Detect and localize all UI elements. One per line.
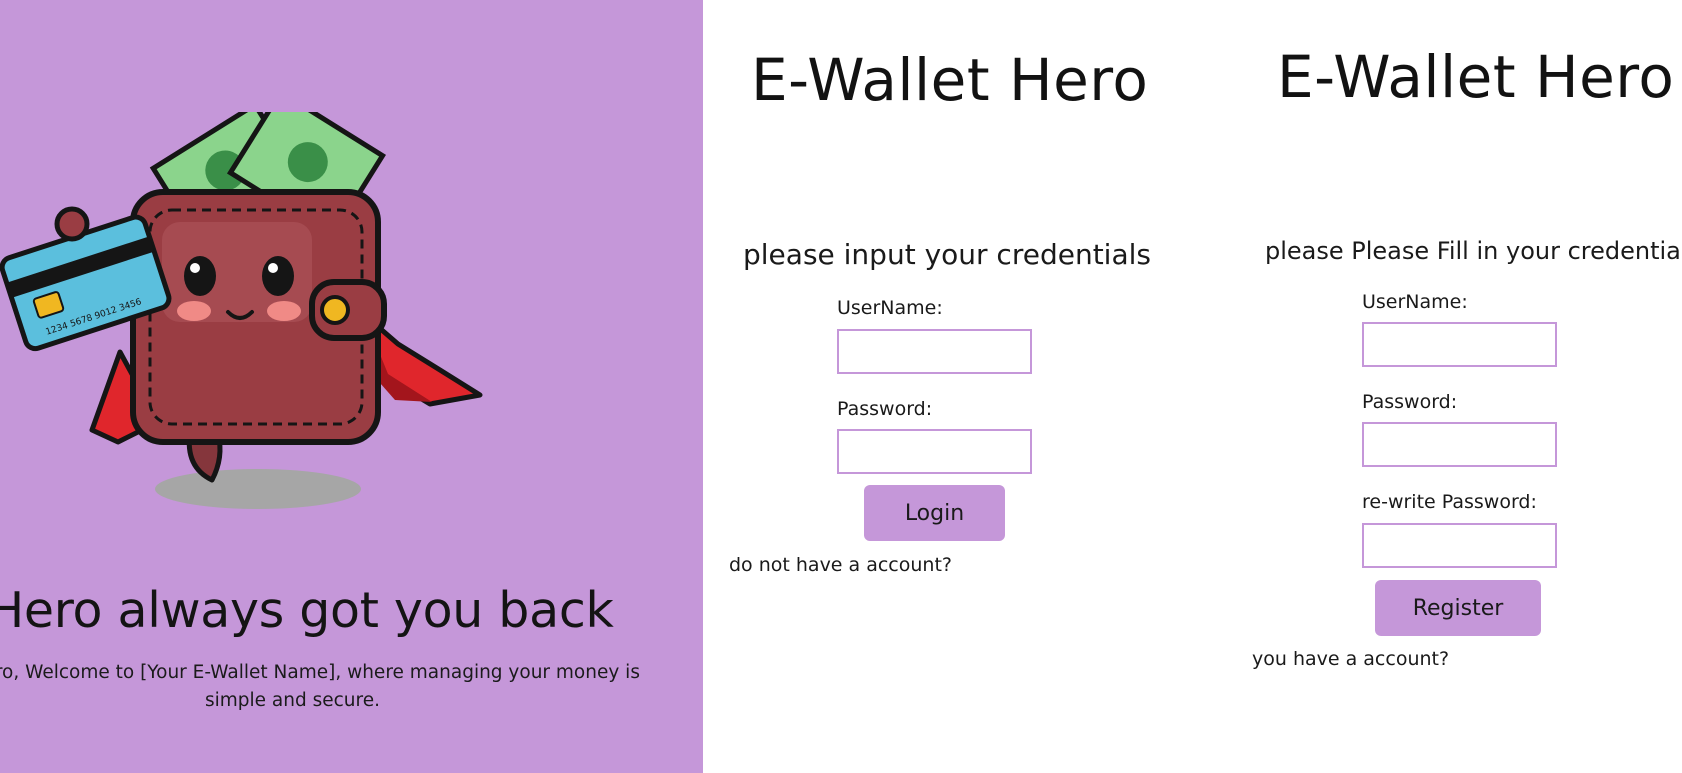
login-password-input[interactable] [837,429,1032,474]
login-panel: E-Wallet Hero please input your credenti… [703,0,1223,773]
login-button[interactable]: Login [864,485,1005,541]
register-username-label: UserName: [1362,291,1468,313]
promo-description: et Hero, Welcome to [Your E-Wallet Name]… [0,662,640,711]
register-password-label: Password: [1362,391,1458,413]
register-button[interactable]: Register [1375,580,1541,636]
promo-headline: let Hero always got you back [0,582,614,639]
promo-panel: 1234 5678 9012 3456 let Hero always got … [0,0,703,773]
go-to-login-link[interactable]: you have a account? [1252,648,1449,670]
login-username-label: UserName: [837,297,943,319]
login-title: E-Wallet Hero [751,46,1149,114]
login-password-label: Password: [837,398,933,420]
go-to-register-link[interactable]: do not have a account? [729,554,952,576]
login-username-input[interactable] [837,329,1032,374]
register-username-input[interactable] [1362,322,1557,367]
register-panel: E-Wallet Hero please Please Fill in your… [1223,0,1682,773]
register-title: E-Wallet Hero [1277,43,1675,111]
login-prompt: please input your credentials [743,238,1151,271]
register-repassword-label: re-write Password: [1362,491,1537,513]
wallet-hero-mascot-icon: 1234 5678 9012 3456 [0,112,483,509]
register-password-input[interactable] [1362,422,1557,467]
app-root: 1234 5678 9012 3456 let Hero always got … [0,0,1682,773]
register-repassword-input[interactable] [1362,523,1557,568]
register-prompt: please Please Fill in your credentials [1265,237,1682,265]
